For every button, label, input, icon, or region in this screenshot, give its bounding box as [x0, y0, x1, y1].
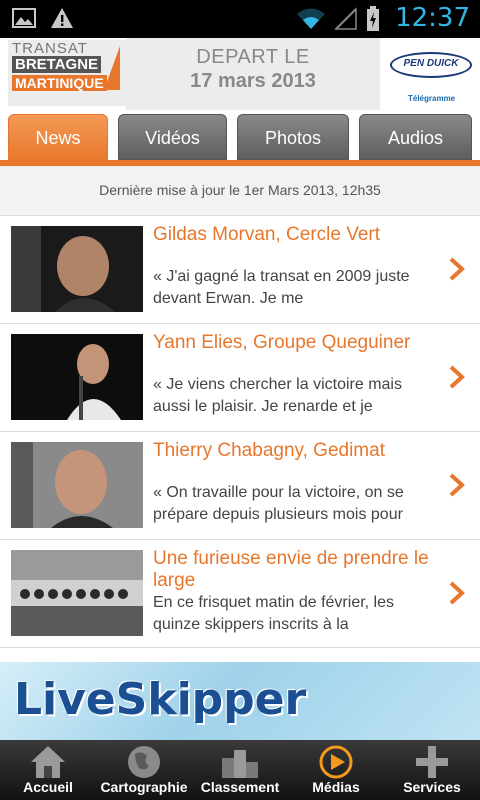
news-title: Yann Elies, Groupe Queguiner	[153, 332, 411, 353]
podium-icon	[221, 744, 259, 780]
last-update-text: Dernière mise à jour le 1er Mars 2013, 1…	[0, 166, 480, 216]
event-logo: TRANSAT BRETAGNE MARTINIQUE	[8, 40, 126, 106]
wifi-icon	[296, 7, 326, 36]
news-excerpt: En ce frisquet matin de février, les qui…	[153, 594, 394, 633]
list-item[interactable]: Une furieuse envie de prendre le large E…	[0, 540, 480, 648]
liveskipper-ad-banner[interactable]: LiveSkipper	[0, 662, 480, 740]
image-icon	[12, 7, 36, 34]
tab-photos[interactable]: Photos	[237, 114, 349, 160]
warning-icon	[50, 7, 74, 34]
news-list: Gildas Morvan, Cercle Vert « J'ai gagné …	[0, 216, 480, 662]
news-thumbnail	[11, 550, 143, 636]
nav-cartographie[interactable]: Cartographie	[96, 740, 192, 800]
sponsor-logo: PEN DUICK Télégramme	[384, 40, 474, 106]
battery-icon	[366, 6, 380, 37]
sail-icon	[104, 46, 120, 90]
list-item[interactable]: Yann Elies, Groupe Queguiner « Je viens …	[0, 324, 480, 432]
news-title: Thierry Chabagny, Gedimat	[153, 440, 385, 461]
list-item[interactable]: Gildas Morvan, Cercle Vert « J'ai gagné …	[0, 216, 480, 324]
plus-icon	[413, 744, 451, 780]
news-thumbnail	[11, 442, 143, 528]
news-thumbnail	[11, 334, 143, 420]
departure-info: DEPART LE 17 mars 2013	[126, 38, 380, 110]
chevron-right-icon	[448, 364, 466, 390]
globe-icon	[125, 744, 163, 780]
news-thumbnail	[11, 226, 143, 312]
clock: 12:37	[395, 3, 470, 33]
nav-medias[interactable]: Médias	[288, 740, 384, 800]
nav-services[interactable]: Services	[384, 740, 480, 800]
tab-news[interactable]: News	[8, 114, 108, 164]
tab-videos[interactable]: Vidéos	[118, 114, 227, 160]
news-excerpt: « Je viens chercher la victoire mais aus…	[153, 376, 402, 415]
chevron-right-icon	[448, 256, 466, 282]
nav-classement[interactable]: Classement	[192, 740, 288, 800]
news-excerpt: « J'ai gagné la transat en 2009 juste de…	[153, 268, 410, 307]
play-icon	[317, 744, 355, 780]
status-bar: 12:37	[0, 0, 480, 38]
chevron-right-icon	[448, 580, 466, 606]
home-icon	[29, 744, 67, 780]
depart-label: DEPART LE	[196, 46, 310, 68]
signal-icon	[334, 7, 358, 36]
news-excerpt: « On travaille pour la victoire, on se p…	[153, 484, 404, 523]
nav-accueil[interactable]: Accueil	[0, 740, 96, 800]
news-title: Gildas Morvan, Cercle Vert	[153, 224, 381, 245]
chevron-right-icon	[448, 472, 466, 498]
list-item[interactable]: Thierry Chabagny, Gedimat « On travaille…	[0, 432, 480, 540]
depart-date: 17 mars 2013	[190, 70, 316, 92]
liveskipper-logo: LiveSkipper	[14, 674, 307, 725]
tab-audios[interactable]: Audios	[359, 114, 472, 160]
header-banner: TRANSAT BRETAGNE MARTINIQUE DEPART LE 17…	[0, 38, 480, 110]
bottom-navigation: Accueil Cartographie Classement Médias S…	[0, 740, 480, 800]
news-title: Une furieuse envie de prendre le large	[153, 548, 429, 591]
